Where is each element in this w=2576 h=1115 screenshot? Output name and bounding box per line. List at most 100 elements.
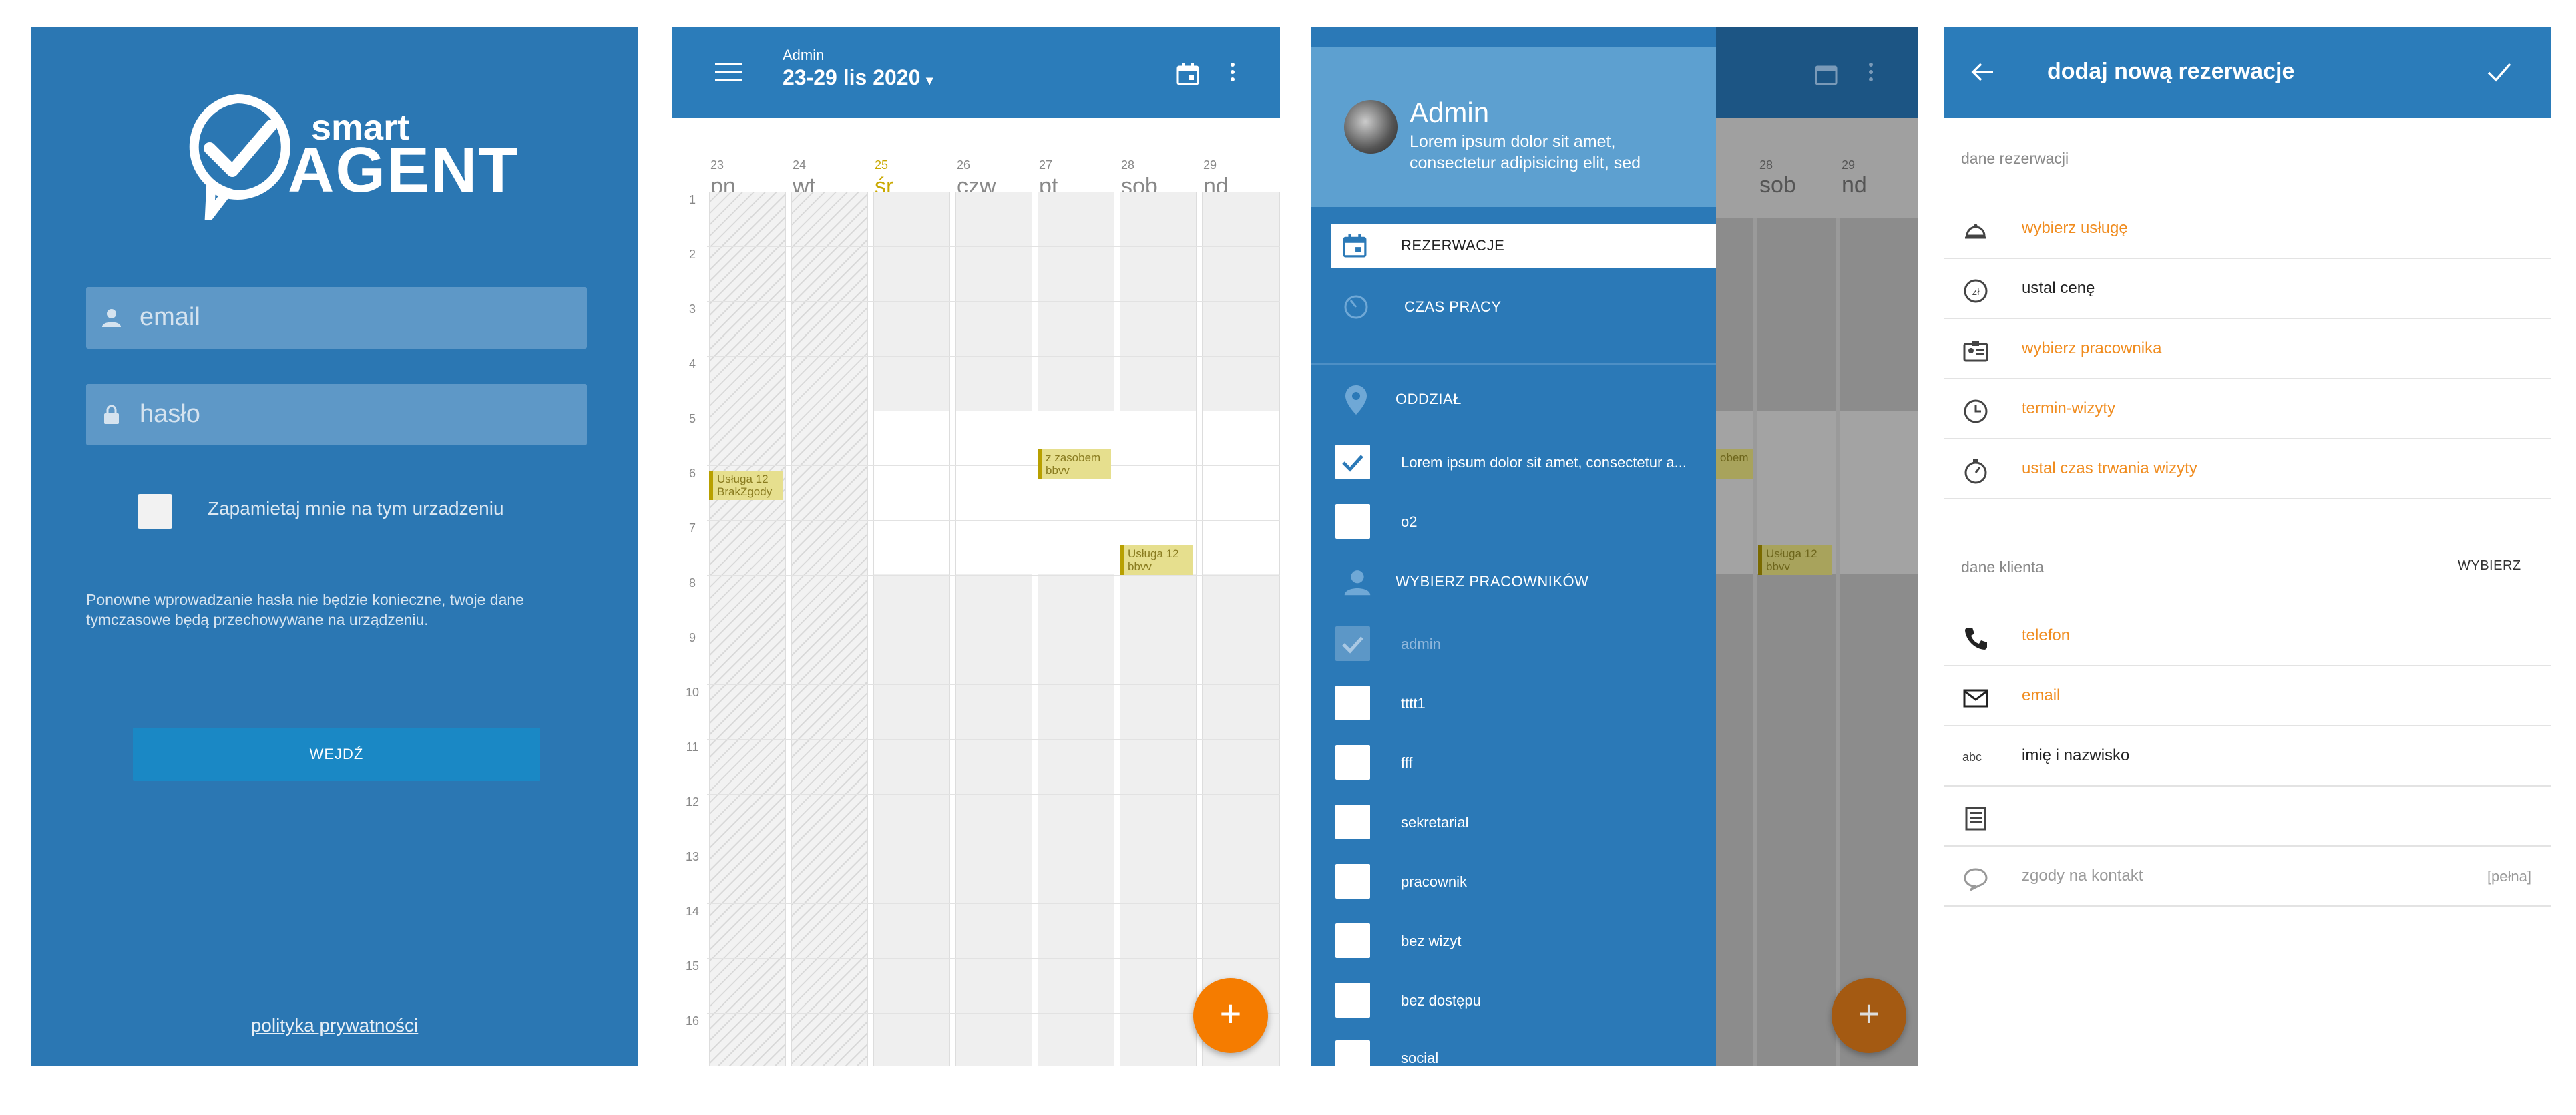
dropdown-arrow-icon: ▾ [926, 73, 933, 88]
employee-checkbox[interactable] [1335, 1040, 1370, 1066]
notes-icon [1965, 807, 1986, 831]
branch-checkbox[interactable] [1335, 504, 1370, 539]
choose-service-row[interactable]: wybierz usługę [1944, 199, 2551, 259]
drawer-user-name: Admin [1410, 97, 1490, 128]
notes-row[interactable] [1944, 787, 2551, 847]
branch-checkbox[interactable] [1335, 445, 1370, 479]
employee-checkbox[interactable] [1335, 626, 1370, 661]
hour-label: 8 [688, 576, 696, 590]
logo-pin-icon [189, 93, 290, 220]
lock-icon [104, 405, 119, 424]
event-block: Usługa 12 bbvv [1758, 545, 1832, 575]
navigation-drawer: Admin Lorem ipsum dolor sit amet, consec… [1311, 27, 1716, 1066]
event-block[interactable]: z zasobem bbvv [1038, 449, 1111, 479]
hour-label: 7 [688, 521, 696, 535]
hour-label: 12 [685, 795, 700, 809]
day-column[interactable] [873, 192, 950, 1066]
employee-option: tttt1 [1401, 695, 1426, 712]
employee-option: social [1401, 1050, 1439, 1066]
hour-label: 9 [688, 631, 696, 644]
employee-option: admin [1401, 636, 1441, 652]
calendar-screen: Admin 23-29 lis 2020 ▾ 23 pn 24 wt 25 śr 26… [672, 27, 1280, 1066]
avatar [1344, 100, 1398, 154]
text-input-icon: abc [1962, 750, 1982, 764]
week-range-selector[interactable]: 23-29 lis 2020 ▾ [783, 65, 933, 90]
more-options-icon[interactable] [1231, 63, 1235, 85]
info-text: Ponowne wprowadzanie hasła nie będzie ko… [86, 591, 524, 628]
employee-checkbox[interactable] [1335, 864, 1370, 899]
checkmark-icon [1342, 455, 1363, 472]
hour-label: 2 [688, 248, 696, 261]
set-price-row[interactable]: zł ustal cenę [1944, 259, 2551, 319]
calendar-user: Admin [783, 47, 825, 63]
event-block: obem [1716, 449, 1753, 479]
remember-label: Zapamietaj mnie na tym urzadzeniu [208, 498, 504, 519]
employees-section-label: WYBIERZ PRACOWNIKÓW [1396, 573, 1589, 590]
employee-checkbox[interactable] [1335, 805, 1370, 839]
confirm-check-icon[interactable] [2486, 60, 2513, 84]
location-pin-icon [1345, 385, 1367, 415]
hour-label: 6 [688, 467, 696, 480]
logo-big-text: AGENT [288, 134, 519, 206]
hour-label: 11 [686, 740, 699, 754]
phone-row[interactable]: telefon [1944, 606, 2551, 666]
back-arrow-icon[interactable] [1970, 60, 1994, 84]
branch-option: o2 [1401, 513, 1418, 530]
hour-label: 4 [688, 357, 696, 371]
day-column[interactable] [709, 192, 786, 1066]
hour-label: 1 [688, 193, 696, 206]
day-column[interactable] [1202, 192, 1280, 1066]
calendar-icon[interactable] [1176, 63, 1199, 85]
choose-employee-row[interactable]: wybierz pracownika [1944, 319, 2551, 379]
menu-item-reservations[interactable]: REZERWACJE [1331, 224, 1716, 268]
day-column[interactable] [791, 192, 868, 1066]
service-bell-icon [1965, 224, 1986, 239]
contact-consents-row[interactable]: zgody na kontakt [pełna] [1944, 847, 2551, 907]
visit-duration-row[interactable]: ustal czas trwania wizyty [1944, 439, 2551, 499]
calendar-icon [1815, 65, 1838, 85]
email-row[interactable]: email [1944, 666, 2551, 726]
hour-label: 16 [685, 1014, 700, 1028]
week-range: 23-29 lis 2020 [783, 65, 921, 89]
employee-option: bez wizyt [1401, 933, 1462, 949]
employee-option: bez dostępu [1401, 992, 1481, 1009]
more-options-icon [1869, 63, 1873, 85]
enter-button[interactable]: WEJDŹ [133, 728, 540, 781]
clock-icon [1964, 399, 1988, 423]
timer-icon [1344, 295, 1368, 319]
branch-option: Lorem ipsum dolor sit amet, consectetur … [1401, 454, 1687, 471]
hour-label: 10 [685, 686, 700, 699]
email-placeholder: email [140, 303, 200, 331]
day-column[interactable] [1120, 192, 1197, 1066]
full-name-row[interactable]: abc imię i nazwisko [1944, 726, 2551, 787]
drawer-header: Admin Lorem ipsum dolor sit amet, consec… [1311, 47, 1716, 207]
password-field[interactable]: hasło [86, 384, 587, 445]
hour-label: 14 [685, 905, 700, 918]
email-field[interactable]: email [86, 287, 587, 349]
day-column[interactable] [1038, 192, 1114, 1066]
employee-option: sekretarial [1401, 814, 1469, 831]
employee-checkbox[interactable] [1335, 923, 1370, 958]
plus-icon: + [1219, 992, 1242, 1034]
drawer-user-description: Lorem ipsum dolor sit amet, consectetur … [1410, 132, 1641, 172]
employee-checkbox[interactable] [1335, 983, 1370, 1018]
login-screen: smart AGENT email hasło Zapamietaj mnie … [31, 27, 638, 1066]
form-title: dodaj nową rezerwacje [2047, 59, 2295, 84]
reservation-section-label: dane rezerwacji [1961, 150, 2069, 167]
event-block[interactable]: Usługa 12 bbvv [1120, 545, 1193, 575]
phone-icon [1965, 628, 1987, 650]
event-block[interactable]: Usługa 12 BrakZgody [709, 471, 783, 500]
choose-client-button[interactable]: WYBIERZ [2458, 558, 2521, 574]
employee-checkbox[interactable] [1335, 745, 1370, 780]
day-column[interactable] [955, 192, 1032, 1066]
menu-item-work-time[interactable]: CZAS PRACY [1404, 298, 1502, 316]
visit-date-row[interactable]: termin-wizyty [1944, 379, 2551, 439]
hour-label: 3 [688, 302, 696, 316]
privacy-policy-link[interactable]: polityka prywatności [31, 1015, 638, 1036]
remember-checkbox[interactable] [138, 494, 172, 529]
menu-icon[interactable] [715, 61, 742, 83]
add-reservation-fab[interactable]: + [1193, 978, 1268, 1053]
employee-checkbox[interactable] [1335, 686, 1370, 720]
add-reservation-screen: dodaj nową rezerwacje dane rezerwacji wy… [1944, 27, 2551, 1066]
drawer-screen: 28 sob 29nd obem Usługa 12 bbvv + Admin Lo… [1311, 27, 1918, 1066]
